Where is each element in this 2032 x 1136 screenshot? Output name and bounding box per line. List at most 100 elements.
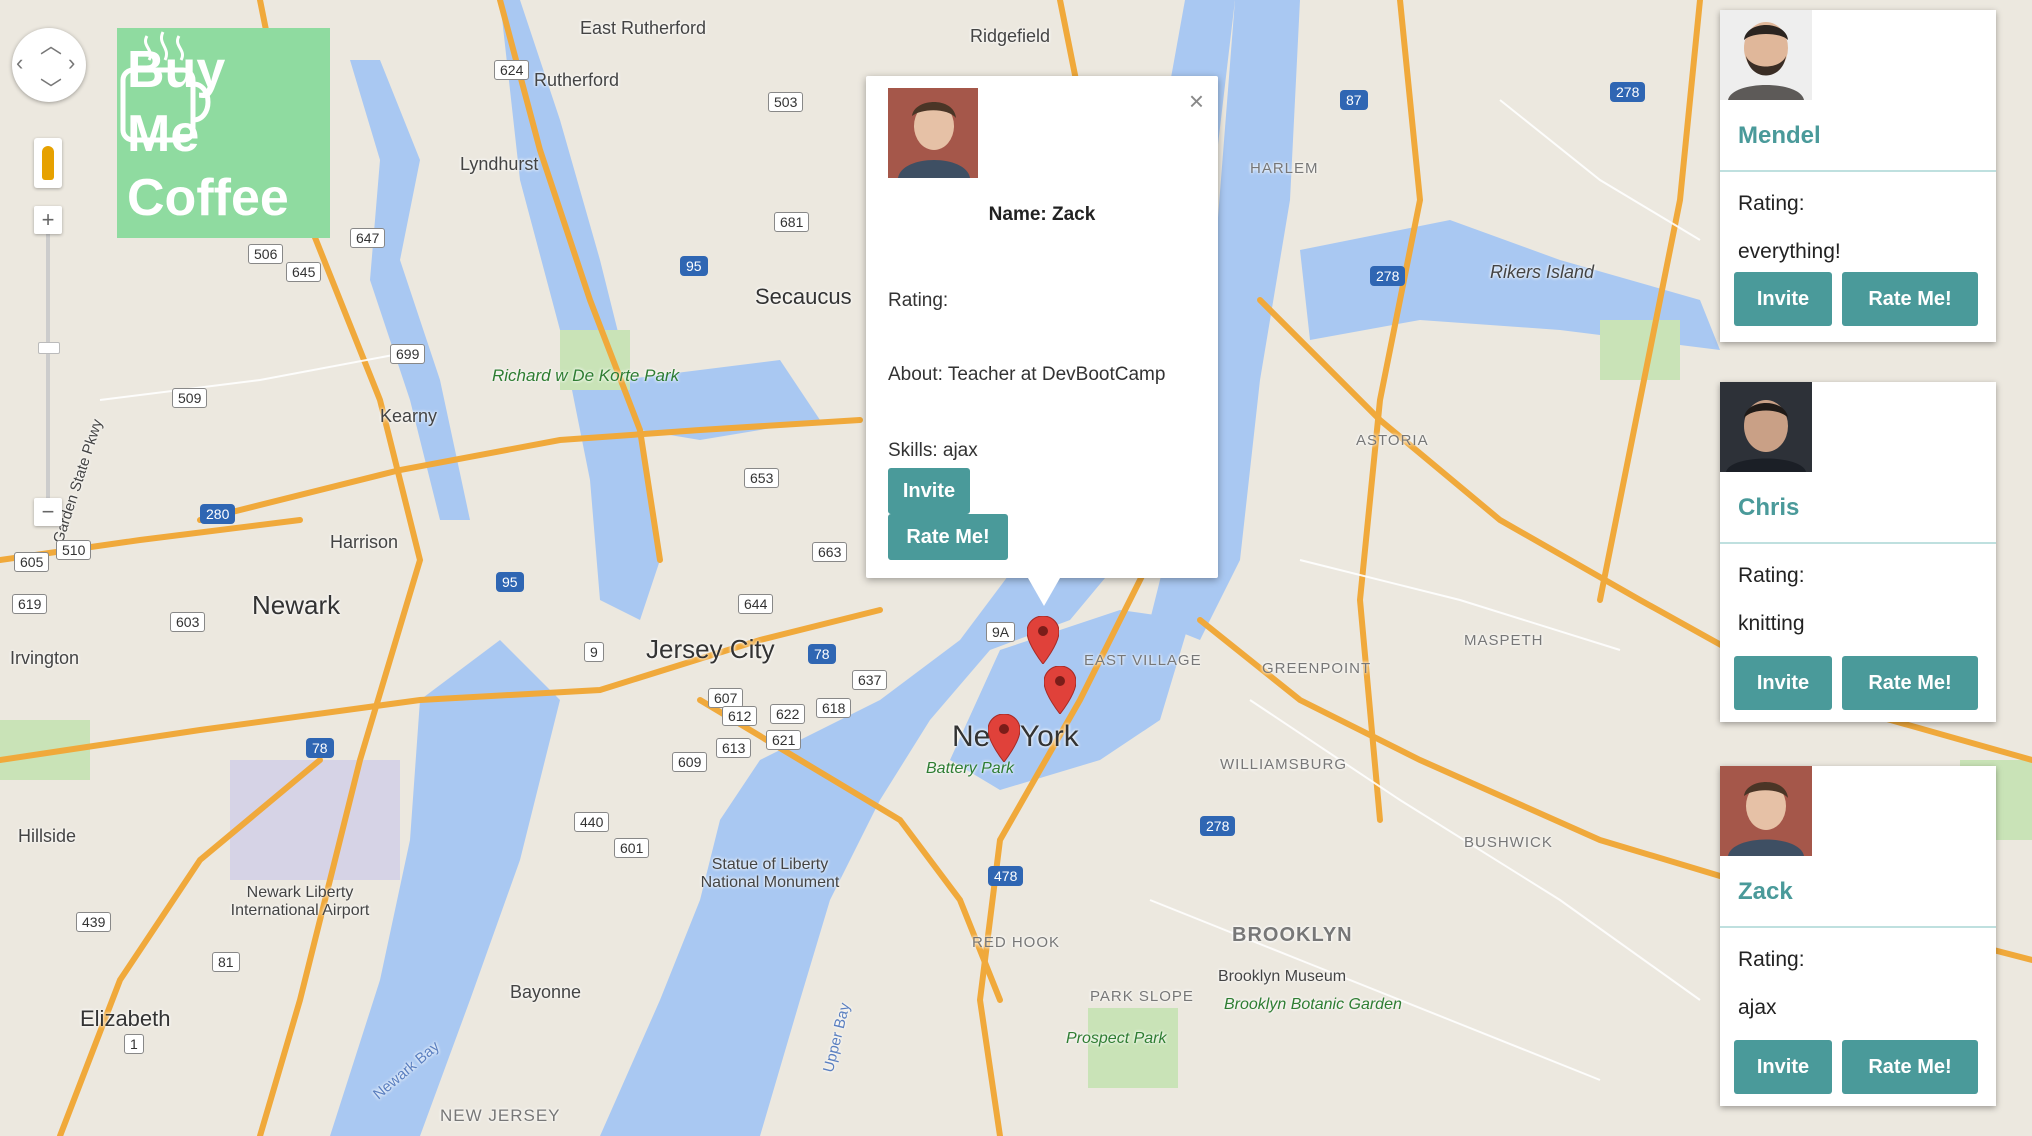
map-label: WILLIAMSBURG bbox=[1220, 756, 1348, 773]
rate-me-button[interactable]: Rate Me! bbox=[1842, 656, 1978, 710]
map-label: BROOKLYN bbox=[1232, 924, 1353, 946]
card-rating-label: Rating: bbox=[1738, 948, 1805, 971]
route-shield: 618 bbox=[816, 698, 852, 718]
route-shield: 699 bbox=[390, 344, 426, 364]
pan-up-icon[interactable]: ︿ bbox=[40, 28, 62, 60]
card-rating-value: knitting bbox=[1738, 612, 1805, 635]
map-label: Ridgefield bbox=[970, 26, 1051, 46]
info-name: Name: Zack bbox=[988, 204, 1096, 225]
invite-button[interactable]: Invite bbox=[1734, 272, 1832, 326]
map-label: Richard w De Korte Park bbox=[492, 366, 680, 385]
card-name: Mendel bbox=[1738, 122, 1821, 149]
route-shield: 637 bbox=[852, 670, 888, 690]
map-label: Kearny bbox=[380, 406, 438, 426]
route-shield: 9 bbox=[584, 642, 604, 662]
close-icon[interactable]: × bbox=[1189, 86, 1204, 117]
highway-shield: 95 bbox=[680, 256, 708, 276]
pan-right-icon[interactable]: › bbox=[68, 50, 75, 76]
zoom-slider-track[interactable] bbox=[46, 220, 50, 510]
map-label: PARK SLOPE bbox=[1090, 988, 1194, 1005]
route-shield: 645 bbox=[286, 262, 322, 282]
route-shield: 440 bbox=[574, 812, 610, 832]
info-about: About: Teacher at DevBootCamp bbox=[888, 364, 1166, 385]
map-label: ASTORIA bbox=[1356, 432, 1429, 449]
zoom-slider-thumb[interactable] bbox=[38, 342, 60, 354]
rate-me-button[interactable]: Rate Me! bbox=[888, 514, 1008, 560]
route-shield: 510 bbox=[56, 540, 92, 560]
route-shield: 9A bbox=[986, 622, 1016, 642]
route-shield: 613 bbox=[716, 738, 752, 758]
info-rating: Rating: bbox=[888, 290, 949, 311]
map-label: Bayonne bbox=[510, 982, 582, 1002]
map-label: MASPETH bbox=[1464, 632, 1544, 649]
map-label: Secaucus bbox=[755, 284, 852, 309]
pan-left-icon[interactable]: ‹ bbox=[16, 50, 23, 76]
map-label: Harrison bbox=[330, 532, 399, 552]
route-shield: 681 bbox=[774, 212, 810, 232]
highway-shield: 278 bbox=[1370, 266, 1406, 286]
pan-down-icon[interactable]: ﹀ bbox=[40, 72, 62, 104]
map-marker[interactable] bbox=[1027, 616, 1059, 664]
route-shield: 609 bbox=[672, 752, 708, 772]
route-shield: 647 bbox=[350, 228, 386, 248]
route-shield: 601 bbox=[614, 838, 650, 858]
map-label: Jersey City bbox=[646, 634, 775, 664]
highway-shield: 87 bbox=[1340, 90, 1368, 110]
coffee-cup-icon bbox=[120, 31, 211, 143]
route-shield: 509 bbox=[172, 388, 208, 408]
card-divider bbox=[1720, 170, 1996, 172]
map-label: NEW JERSEY bbox=[440, 1106, 561, 1125]
info-skills: Skills: ajax bbox=[888, 440, 978, 461]
card-name: Chris bbox=[1738, 494, 1800, 521]
map-label: HARLEM bbox=[1250, 160, 1319, 177]
map-label: Newark bbox=[252, 590, 341, 620]
zoom-out-button[interactable]: − bbox=[34, 498, 62, 526]
coffee-line: Coffee bbox=[127, 169, 289, 227]
avatar bbox=[1720, 766, 1812, 856]
map-marker[interactable] bbox=[1044, 666, 1076, 714]
route-shield: 619 bbox=[12, 594, 48, 614]
highway-shield: 478 bbox=[988, 866, 1024, 886]
avatar bbox=[1720, 10, 1812, 100]
map-label: BUSHWICK bbox=[1464, 834, 1553, 851]
invite-button[interactable]: Invite bbox=[888, 468, 970, 514]
route-shield: 621 bbox=[766, 730, 802, 750]
marker-info-window: × Name: Zack Rating: About: Teacher at D… bbox=[866, 76, 1218, 606]
avatar bbox=[1720, 382, 1812, 472]
map-label: EAST VILLAGE bbox=[1084, 652, 1202, 669]
user-card: Mendel Rating: everything! Invite Rate M… bbox=[1720, 10, 1996, 342]
highway-shield: 78 bbox=[306, 738, 334, 758]
route-shield: 644 bbox=[738, 594, 774, 614]
rate-me-button[interactable]: Rate Me! bbox=[1842, 272, 1978, 326]
map-label: GREENPOINT bbox=[1262, 660, 1372, 677]
route-shield: 439 bbox=[76, 912, 112, 932]
map-label: Brooklyn Museum bbox=[1218, 968, 1347, 985]
card-divider bbox=[1720, 926, 1996, 928]
zoom-in-button[interactable]: + bbox=[34, 206, 62, 234]
map-label: Newark Liberty International Airport bbox=[230, 884, 370, 919]
map-label: Battery Park bbox=[926, 760, 1015, 777]
map-canvas[interactable]: Secaucus Lyndhurst Rutherford East Ruthe… bbox=[0, 0, 2032, 1136]
map-label: RED HOOK bbox=[972, 934, 1061, 951]
route-shield: 622 bbox=[770, 704, 806, 724]
card-rating-label: Rating: bbox=[1738, 192, 1805, 215]
route-shield: 503 bbox=[768, 92, 804, 112]
buy-me-coffee-banner[interactable]: Buy Me Coffee bbox=[117, 28, 330, 238]
pan-control[interactable]: ︿ ﹀ ‹ › bbox=[12, 28, 86, 102]
highway-shield: 278 bbox=[1610, 82, 1646, 102]
route-shield: 624 bbox=[494, 60, 530, 80]
card-divider bbox=[1720, 542, 1996, 544]
invite-button[interactable]: Invite bbox=[1734, 1040, 1832, 1094]
route-shield: 607 bbox=[708, 688, 744, 708]
rate-me-button[interactable]: Rate Me! bbox=[1842, 1040, 1978, 1094]
street-view-pegman-icon[interactable] bbox=[34, 138, 62, 188]
route-shield: 81 bbox=[212, 952, 240, 972]
map-marker[interactable] bbox=[988, 714, 1020, 762]
map-label: Brooklyn Botanic Garden bbox=[1224, 996, 1402, 1013]
card-rating-value: ajax bbox=[1738, 996, 1777, 1019]
invite-button[interactable]: Invite bbox=[1734, 656, 1832, 710]
highway-shield: 280 bbox=[200, 504, 236, 524]
map-label: East Rutherford bbox=[580, 18, 707, 38]
map-label: Rikers Island bbox=[1490, 262, 1595, 282]
map-label: Elizabeth bbox=[80, 1006, 171, 1031]
